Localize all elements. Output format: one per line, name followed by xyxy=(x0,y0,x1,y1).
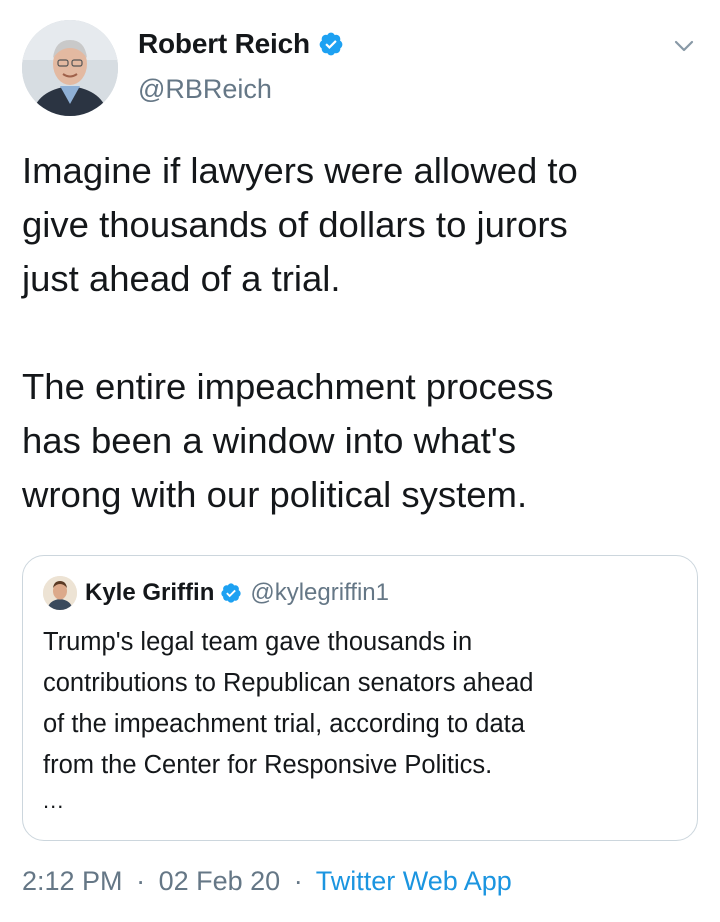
tweet-text-line: The entire impeachment process xyxy=(22,366,554,407)
author-name-row[interactable]: Robert Reich xyxy=(138,28,344,60)
tweet-text-line: just ahead of a trial. xyxy=(22,258,341,299)
verified-badge-icon xyxy=(220,582,242,604)
quoted-tweet-text-line: contributions to Republican senators ahe… xyxy=(43,669,534,697)
quoted-tweet-card[interactable]: Kyle Griffin @kylegriffin1 Trump's legal… xyxy=(22,555,698,841)
author-name[interactable]: Robert Reich xyxy=(138,28,310,60)
quoted-tweet-header: Kyle Griffin @kylegriffin1 xyxy=(43,576,389,610)
quoted-tweet-text-line: Trump's legal team gave thousands in xyxy=(43,628,473,656)
tweet-date[interactable]: 02 Feb 20 xyxy=(159,866,281,896)
verified-badge-icon xyxy=(318,31,344,57)
author-handle[interactable]: @RBReich xyxy=(138,74,272,105)
tweet-text-line: wrong with our political system. xyxy=(22,474,528,515)
tweet-source-link[interactable]: Twitter Web App xyxy=(316,866,512,896)
tweet-text: Imagine if lawyers were allowed to give … xyxy=(22,144,702,522)
author-avatar[interactable] xyxy=(22,20,118,116)
quoted-author-name[interactable]: Kyle Griffin xyxy=(85,579,214,607)
tweet-meta: 2:12 PM · 02 Feb 20 · Twitter Web App xyxy=(22,866,512,897)
meta-separator: · xyxy=(136,866,146,896)
tweet-text-line: has been a window into what's xyxy=(22,420,516,461)
quoted-author-avatar[interactable] xyxy=(43,576,77,610)
tweet-text-line: Imagine if lawyers were allowed to xyxy=(22,150,578,191)
quoted-tweet-text-line: of the impeachment trial, according to d… xyxy=(43,710,525,738)
author-avatar-image xyxy=(22,20,118,116)
tweet-time[interactable]: 2:12 PM xyxy=(22,866,123,896)
tweet-text-line: give thousands of dollars to jurors xyxy=(22,204,568,245)
quoted-tweet-ellipsis: ... xyxy=(43,788,65,813)
quoted-author-avatar-image xyxy=(43,576,77,610)
chevron-down-icon[interactable] xyxy=(672,34,696,58)
quoted-author-handle[interactable]: @kylegriffin1 xyxy=(250,579,389,607)
quoted-tweet-text: Trump's legal team gave thousands in con… xyxy=(43,622,683,786)
tweet: Robert Reich @RBReich Imagine if lawyers… xyxy=(0,0,720,922)
meta-separator: · xyxy=(293,866,303,896)
quoted-tweet-text-line: from the Center for Responsive Politics. xyxy=(43,751,493,779)
